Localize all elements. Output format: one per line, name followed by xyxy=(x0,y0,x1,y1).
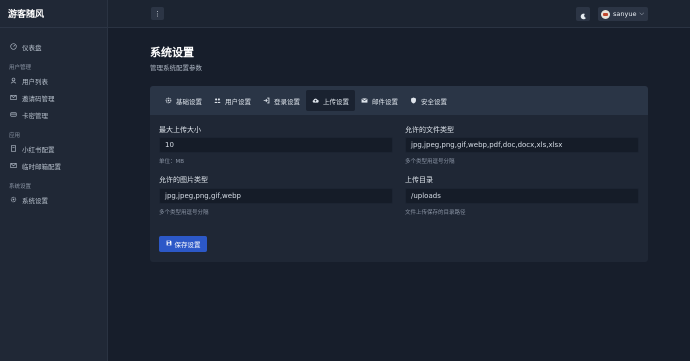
sidebar-item-invite-codes[interactable]: 邀请码管理 xyxy=(0,89,107,106)
user-name: sanyue xyxy=(613,10,637,18)
allowed-images-input[interactable]: jpg,jpeg,png,gif,webp xyxy=(159,188,393,204)
tab-label: 上传设置 xyxy=(323,97,349,106)
shield-icon xyxy=(410,97,417,104)
sidebar-item-label: 仪表盘 xyxy=(22,43,42,52)
allowed-files-help: 多个类型用逗号分隔 xyxy=(405,159,455,165)
tab-label: 用户设置 xyxy=(225,97,251,106)
tab-basic[interactable]: 基础设置 xyxy=(159,90,208,111)
users-icon xyxy=(214,97,221,104)
gear-icon xyxy=(9,196,17,204)
max-upload-help: 单位：MB xyxy=(159,159,185,165)
upload-dir-help: 文件上传保存的目录路径 xyxy=(405,210,466,216)
tab-label: 邮件设置 xyxy=(372,97,398,106)
sidebar-item-label: 小红书配置 xyxy=(22,145,55,154)
tab-label: 安全设置 xyxy=(421,97,447,106)
tab-upload[interactable]: 上传设置 xyxy=(306,90,355,111)
tab-label: 登录设置 xyxy=(274,97,300,106)
moon-icon xyxy=(580,5,587,24)
app-title: 游客随风 xyxy=(0,0,107,28)
theme-toggle-button[interactable] xyxy=(576,7,590,21)
top-bar: ⋮ sanyue ⌵ xyxy=(108,0,690,28)
chevron-down-icon: ⌵ xyxy=(639,10,645,17)
more-menu-button[interactable]: ⋮ xyxy=(151,7,164,20)
sidebar-item-label: 系统设置 xyxy=(22,196,48,205)
sidebar-item-dashboard[interactable]: 仪表盘 xyxy=(0,38,107,55)
sidebar-item-user-list[interactable]: 用户列表 xyxy=(0,72,107,89)
settings-tabs: 基础设置 用户设置 登录设置 上传设置 邮件设置 安全设置 xyxy=(150,86,648,115)
page-title: 系统设置 xyxy=(150,46,194,59)
sidebar-section-users: 用户管理 xyxy=(9,64,32,71)
max-upload-input[interactable]: 10 xyxy=(159,137,393,153)
more-vertical-icon: ⋮ xyxy=(154,9,161,18)
user-menu[interactable]: sanyue ⌵ xyxy=(598,7,648,21)
avatar xyxy=(601,9,610,19)
sidebar-item-label: 卡密管理 xyxy=(22,111,48,120)
invite-icon xyxy=(9,94,17,102)
sidebar-section-apps: 应用 xyxy=(9,132,21,139)
save-button-label: 保存设置 xyxy=(174,241,201,249)
page-subtitle: 管理系统配置参数 xyxy=(150,64,202,72)
sidebar-section-system: 系统设置 xyxy=(9,183,32,190)
tab-mail[interactable]: 邮件设置 xyxy=(355,90,404,111)
upload-dir-label: 上传目录 xyxy=(405,176,433,184)
sidebar-item-label: 临时邮箱配置 xyxy=(22,162,61,171)
max-upload-label: 最大上传大小 xyxy=(159,126,201,134)
allowed-images-label: 允许的图片类型 xyxy=(159,176,208,184)
book-icon xyxy=(9,145,17,153)
sidebar-item-system-settings[interactable]: 系统设置 xyxy=(0,191,107,208)
dashboard-icon xyxy=(9,43,17,51)
mail-icon xyxy=(361,97,368,104)
save-icon xyxy=(166,240,175,248)
sidebar-nav: 仪表盘 用户管理 用户列表 邀请码管理 卡密管理 应用 小红书配置 临时邮箱配置… xyxy=(0,28,107,208)
sidebar-item-label: 邀请码管理 xyxy=(22,94,55,103)
upload-dir-input[interactable]: /uploads xyxy=(405,188,639,204)
settings-card: 基础设置 用户设置 登录设置 上传设置 邮件设置 安全设置 最大上传大小 10 … xyxy=(150,86,648,262)
login-icon xyxy=(263,97,270,104)
sidebar-item-label: 用户列表 xyxy=(22,77,48,86)
sidebar: 游客随风 仪表盘 用户管理 用户列表 邀请码管理 卡密管理 应用 小红书配置 临… xyxy=(0,0,108,361)
sidebar-item-xiaohongshu[interactable]: 小红书配置 xyxy=(0,140,107,157)
mail-icon xyxy=(9,162,17,170)
users-icon xyxy=(9,77,17,85)
tab-users[interactable]: 用户设置 xyxy=(208,90,257,111)
allowed-files-input[interactable]: jpg,jpeg,png,gif,webp,pdf,doc,docx,xls,x… xyxy=(405,137,639,153)
allowed-files-label: 允许的文件类型 xyxy=(405,126,454,134)
sidebar-item-card-keys[interactable]: 卡密管理 xyxy=(0,106,107,123)
tab-label: 基础设置 xyxy=(176,97,202,106)
allowed-images-help: 多个类型用逗号分隔 xyxy=(159,210,209,216)
sidebar-item-temp-mail[interactable]: 临时邮箱配置 xyxy=(0,157,107,174)
tab-login[interactable]: 登录设置 xyxy=(257,90,306,111)
save-button[interactable]: 保存设置 xyxy=(159,236,207,252)
gear-icon xyxy=(165,97,172,104)
card-icon xyxy=(9,111,17,119)
tab-security[interactable]: 安全设置 xyxy=(404,90,453,111)
upload-icon xyxy=(312,97,319,104)
